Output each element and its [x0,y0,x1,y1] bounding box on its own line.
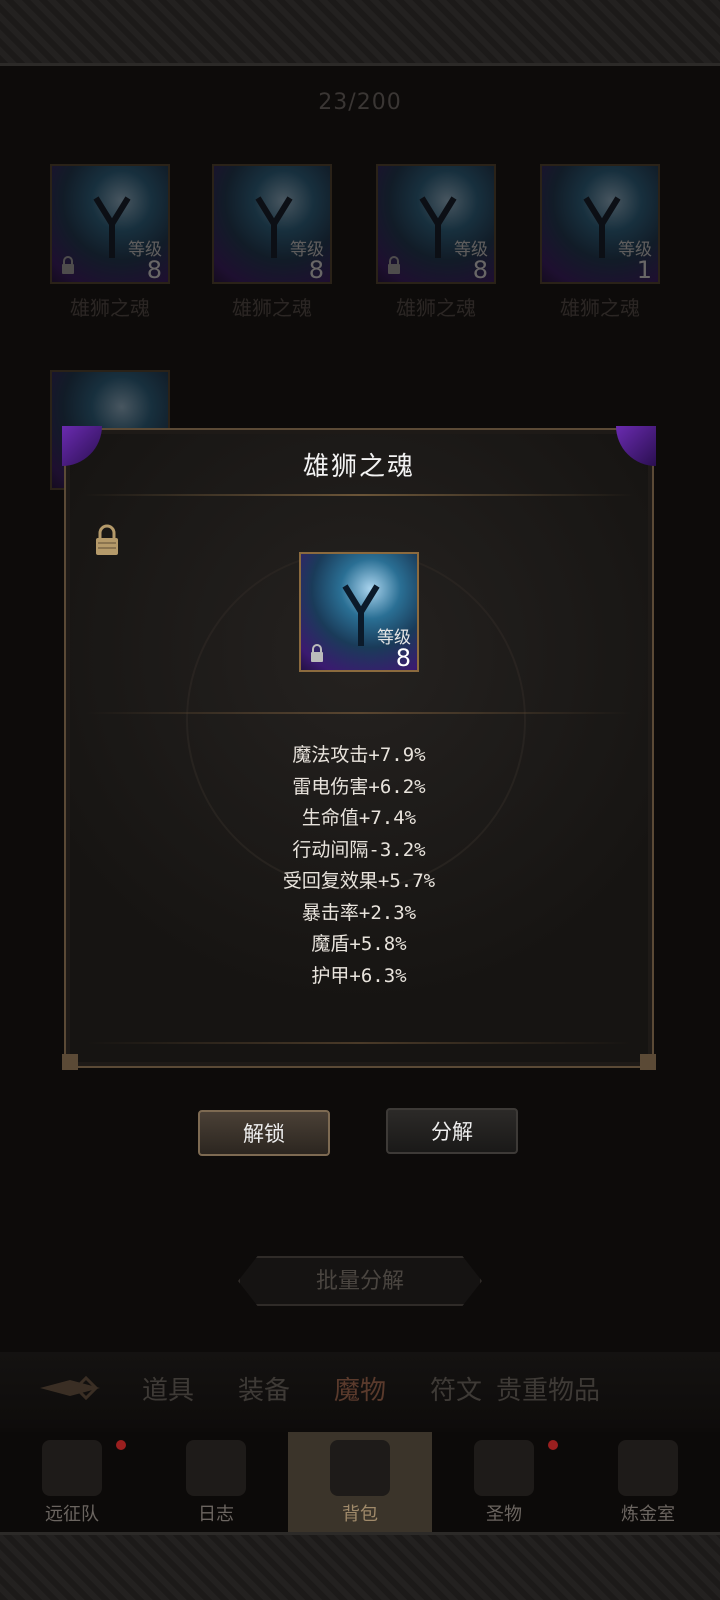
item-name: 雄狮之魂 [232,296,312,320]
stat-line: 魔盾+5.8% [311,933,407,955]
stat-line: 行动间隔-3.2% [292,838,426,861]
stat-line: 暴击率+2.3% [301,901,417,924]
lock-toggle-icon[interactable] [94,524,120,556]
nav-label: 日志 [198,1504,234,1525]
stat-line: 受回复效果+5.7% [282,870,436,892]
stat-line: 雷电伤害+6.2% [292,775,426,798]
popup-title: 雄狮之魂 [302,452,415,482]
item-name: 雄狮之魂 [70,296,150,320]
lock-icon [388,256,400,274]
nav-label: 背包 [342,1504,378,1525]
stat-line: 护甲+6.3% [311,964,407,987]
item-icon: 等级 8 [212,164,332,284]
torch-icon [474,1440,534,1496]
tab-valuables[interactable]: 贵重物品 [496,1370,600,1407]
nav-backpack[interactable]: 背包 [288,1432,432,1532]
tab-items[interactable]: 道具 [142,1370,194,1407]
frame-corner [62,1054,78,1070]
item-icon: 等级 8 [376,164,496,284]
top-frame-bar [0,0,720,66]
divider [86,712,632,714]
inventory-item[interactable]: 等级 1 雄狮之魂 [540,164,660,321]
detail-item-icon: 等级 8 [299,552,419,672]
decompose-button[interactable]: 分解 [386,1108,518,1154]
inventory-item[interactable]: 等级 8 雄狮之魂 [376,164,496,321]
back-arrow-icon[interactable] [0,1358,120,1418]
level-value: 8 [472,256,488,284]
nav-alchemy[interactable]: 炼金室 [576,1432,720,1532]
nav-expedition[interactable]: 远征队 [0,1432,144,1532]
stat-line: 魔法攻击+7.9% [292,744,426,766]
bag-icon [330,1440,390,1496]
batch-decompose-button[interactable]: 批量分解 [238,1256,482,1306]
notification-dot [116,1440,126,1450]
nav-log[interactable]: 日志 [144,1432,288,1532]
divider [86,1042,632,1044]
nav-relics[interactable]: 圣物 [432,1432,576,1532]
unlock-button[interactable]: 解锁 [198,1110,330,1156]
level-value: 1 [636,256,652,284]
lock-icon [311,644,323,662]
rune-mark-icon [93,196,131,258]
helmet-icon [42,1440,102,1496]
rune-mark-icon [255,196,293,258]
tab-monsters[interactable]: 魔物 [334,1370,386,1407]
rune-mark-icon [419,196,457,258]
lock-icon [62,256,74,274]
tab-runes[interactable]: 符文 [430,1370,482,1407]
alchemy-icon [618,1440,678,1496]
tab-equipment[interactable]: 装备 [238,1370,290,1407]
rune-mark-icon [583,196,621,258]
bottom-frame-bar [0,1532,720,1600]
divider [82,494,636,496]
level-value: 8 [146,256,162,284]
item-icon: 等级 1 [540,164,660,284]
level-value: 8 [395,644,411,672]
bottom-nav: 远征队 日志 背包 圣物 炼金室 [0,1432,720,1532]
stat-list: 魔法攻击+7.9% 雷电伤害+6.2% 生命值+7.4% 行动间隔-3.2% 受… [66,740,652,992]
inventory-count: 23/200 [318,90,402,115]
item-name: 雄狮之魂 [396,296,476,320]
category-tabs: 道具 装备 魔物 符文 贵重物品 [0,1352,720,1428]
notification-dot [548,1440,558,1450]
nav-label: 炼金室 [621,1504,675,1525]
nav-label: 圣物 [486,1504,522,1525]
nav-label: 远征队 [45,1504,99,1525]
scroll-icon [186,1440,246,1496]
item-icon: 等级 8 [50,164,170,284]
rune-mark-icon [342,584,380,646]
level-value: 8 [308,256,324,284]
inventory-item[interactable]: 等级 8 雄狮之魂 [50,164,170,321]
stat-line: 生命值+7.4% [301,807,417,829]
item-name: 雄狮之魂 [560,296,640,320]
frame-corner [640,1054,656,1070]
item-detail-popup: 雄狮之魂 等级 8 魔法攻击+7.9% 雷电伤害+6.2% 生命值+7.4% 行… [62,426,656,1070]
inventory-item[interactable]: 等级 8 雄狮之魂 [212,164,332,321]
